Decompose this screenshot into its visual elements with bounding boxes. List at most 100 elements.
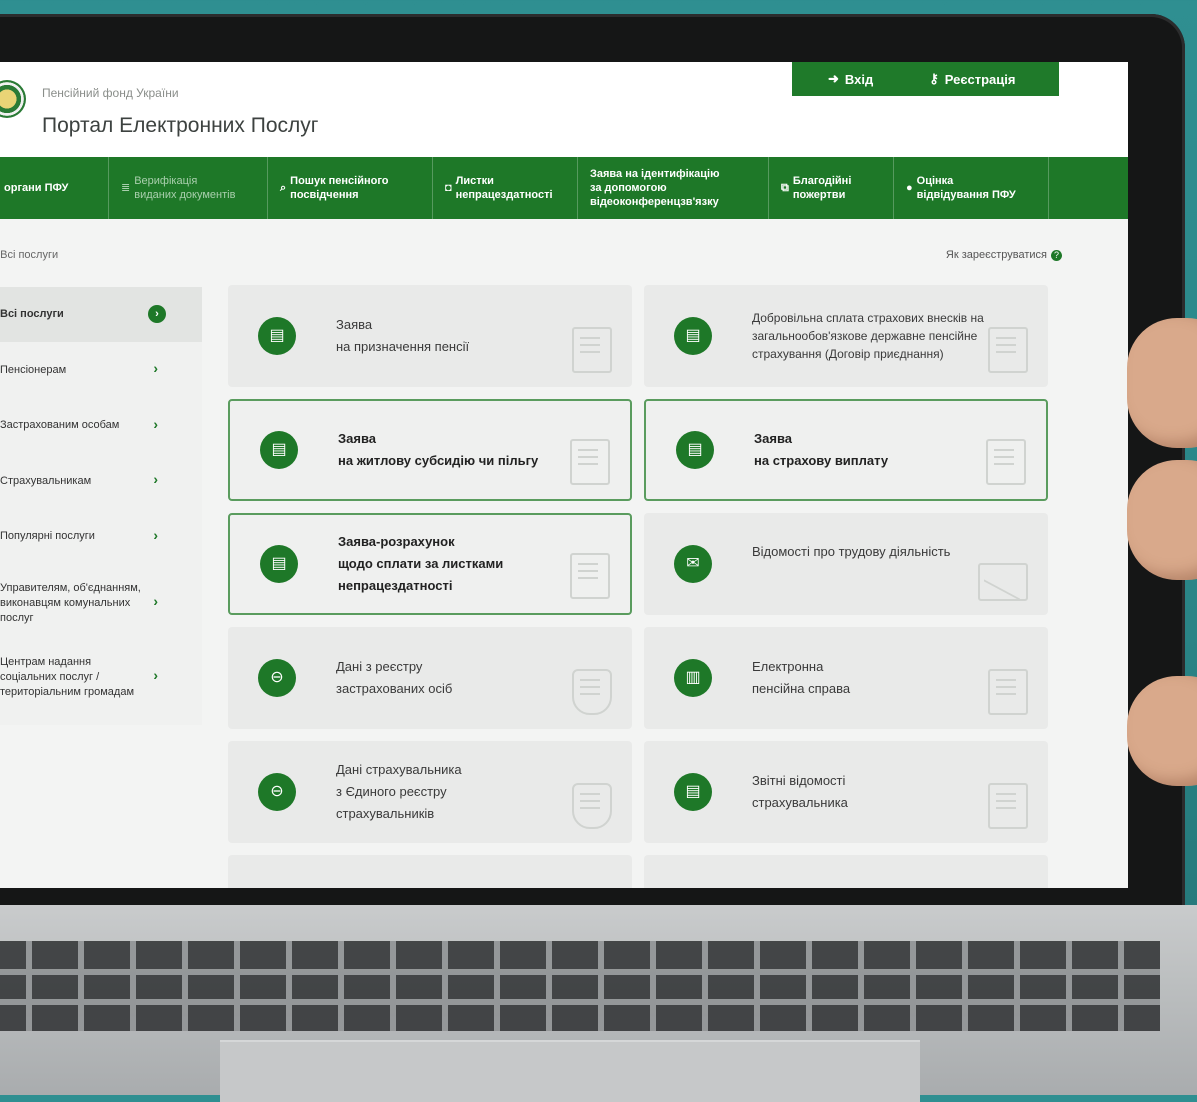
help-link[interactable]: Як зареєструватися ? [946, 249, 1062, 261]
service-card-pension-application[interactable]: ▤ Заява на призначення пенсії [228, 285, 632, 387]
checklist-icon: ≣ [121, 182, 131, 194]
folder-watermark-icon [988, 669, 1028, 715]
nav-item-pension-search[interactable]: ⌕ Пошук пенсійного посвідчення [268, 157, 433, 219]
sidebar-item-label: Центрам надання соціальних послуг / тери… [0, 655, 135, 698]
main-nav: органи ПФУ ≣ Верифікація виданих докумен… [0, 157, 1128, 219]
document-watermark-icon [570, 553, 610, 599]
shield-watermark-icon [572, 783, 612, 829]
service-card-electronic-pension-file[interactable]: ▥ Електронна пенсійна справа [644, 627, 1048, 729]
copy-icon: ⧉ [781, 182, 789, 194]
nav-label: органи ПФУ [4, 182, 69, 194]
sidebar-item-label: Популярні послуги [0, 530, 95, 542]
document-icon: ▤ [260, 431, 298, 469]
chevron-right-icon: › [153, 593, 158, 609]
service-card-partial[interactable] [644, 855, 1048, 888]
portal-title: Портал Електронних Послуг [42, 114, 319, 137]
nav-label: Оцінка відвідування ПФУ [916, 175, 1016, 201]
chevron-right-icon: › [153, 415, 158, 432]
envelope-watermark-icon [978, 563, 1028, 601]
service-card-title: Заява на призначення пенсії [336, 317, 470, 354]
sidebar-item-managers[interactable]: Управителям, об'єднанням, виконавцям ком… [0, 564, 202, 642]
service-card-insurance-payment[interactable]: ▤ Заява на страхову виплату [644, 399, 1048, 501]
chevron-right-icon: › [153, 360, 158, 376]
nav-item-verification[interactable]: ≣ Верифікація виданих документів [109, 157, 268, 219]
service-card-housing-subsidy[interactable]: ▤ Заява на житлову субсидію чи пільгу [228, 399, 632, 501]
search-icon: ⌕ [280, 182, 287, 194]
service-card-insurer-registry[interactable]: ⊖ Дані страхувальника з Єдиного реєстру … [228, 741, 632, 843]
nav-label: Верифікація виданих документів [134, 175, 236, 201]
service-card-title: Електронна пенсійна справа [752, 659, 851, 696]
login-button[interactable]: ➜ Вхід [792, 71, 895, 87]
chevron-right-icon: › [153, 471, 158, 487]
sidebar-item-label: Страхувальникам [0, 474, 92, 487]
service-card-title: Заява на житлову субсидію чи пільгу [338, 431, 539, 468]
nav-item-pfu-bodies[interactable]: органи ПФУ [0, 157, 109, 219]
org-name: Пенсійний фонд України [42, 86, 179, 100]
sidebar-item-label: Застрахованим особам [0, 419, 120, 431]
service-card-title: Добровільна сплата страхових внесків на … [752, 311, 984, 361]
document-watermark-icon [988, 327, 1028, 373]
laptop-keyboard [0, 905, 1197, 1102]
trackpad [220, 1040, 920, 1102]
login-label: Вхід [844, 71, 874, 87]
category-sidebar: Всі послуги › Пенсіонерам › Застраховани… [0, 287, 202, 725]
sidebar-item-pensioners[interactable]: Пенсіонерам › [0, 342, 202, 398]
service-card-insurer-reports[interactable]: ▤ Звітні відомості страхувальника [644, 741, 1048, 843]
keyboard-keys [0, 941, 1160, 1031]
login-arrow-icon: ➜ [828, 71, 839, 86]
nav-label: Благодійні пожертви [792, 175, 852, 201]
service-card-work-history[interactable]: ✉ Відомості про трудову діяльність [644, 513, 1048, 615]
auth-bar: ➜ Вхід ⚷ Реєстрація [792, 62, 1059, 96]
envelope-icon: ✉ [674, 545, 712, 583]
service-card-title: Заява-розрахунок щодо сплати за листками… [338, 534, 504, 593]
nav-label: Пошук пенсійного посвідчення [290, 175, 389, 201]
document-icon: ▤ [676, 431, 714, 469]
sidebar-item-label: Всі послуги [0, 308, 64, 320]
question-icon: ? [1051, 249, 1062, 261]
service-card-voluntary-contribution[interactable]: ▤ Добровільна сплата страхових внесків н… [644, 285, 1048, 387]
sidebar-item-insurers[interactable]: Страхувальникам › [0, 453, 202, 509]
sidebar-item-label: Пенсіонерам [0, 363, 67, 376]
report-icon: ▤ [674, 773, 712, 811]
nav-item-donations[interactable]: ⧉ Благодійні пожертви [769, 157, 894, 219]
chevron-right-icon: › [148, 304, 166, 323]
service-card-sick-leave-calculation[interactable]: ▤ Заява-розрахунок щодо сплати за листка… [228, 513, 632, 615]
hand-finger [1127, 318, 1197, 448]
sidebar-item-social-centers[interactable]: Центрам надання соціальних послуг / тери… [0, 642, 202, 712]
sidebar-item-label: Управителям, об'єднанням, виконавцям ком… [0, 581, 141, 624]
nav-item-visit-rating[interactable]: ● Оцінка відвідування ПФУ [894, 157, 1049, 219]
service-card-title: Дані з реєстру застрахованих осіб [336, 659, 453, 696]
nav-item-video-identification[interactable]: Заява на ідентифікацію за допомогою віде… [578, 157, 769, 219]
service-card-title: Дані страхувальника з Єдиного реєстру ст… [336, 762, 462, 821]
nav-label: Заява на ідентифікацію за допомогою віде… [590, 168, 720, 208]
document-icon: ▤ [260, 545, 298, 583]
service-card-insured-registry[interactable]: ⊖ Дані з реєстру застрахованих осіб [228, 627, 632, 729]
folder-icon: ▥ [674, 659, 712, 697]
register-button[interactable]: ⚷ Реєстрація [895, 71, 1037, 87]
browser-screen: Пенсійний фонд України Портал Електронни… [0, 62, 1128, 888]
report-watermark-icon [988, 783, 1028, 829]
service-card-partial[interactable] [228, 855, 632, 888]
document-watermark-icon [572, 327, 612, 373]
sidebar-item-insured-persons[interactable]: Застрахованим особам › [0, 398, 202, 453]
shield-watermark-icon [572, 669, 612, 715]
camera-icon: ◘ [445, 182, 452, 194]
sidebar-item-popular[interactable]: Популярні послуги › [0, 509, 202, 564]
pfu-logo-icon[interactable] [0, 80, 26, 118]
nav-item-sick-leave[interactable]: ◘ Листки непрацездатності [433, 157, 578, 219]
help-link-label: Як зареєструватися [945, 249, 1047, 261]
nav-label: Листки непрацездатності [455, 175, 553, 201]
sidebar-item-all-services[interactable]: Всі послуги › [0, 287, 202, 342]
document-icon: ▤ [674, 317, 712, 355]
register-label: Реєстрація [944, 71, 1016, 87]
speech-bubble-icon: ● [906, 182, 913, 194]
key-icon: ⚷ [929, 71, 939, 86]
service-card-title: Заява на страхову виплату [754, 431, 889, 468]
document-icon: ▤ [258, 317, 296, 355]
chevron-right-icon: › [153, 526, 158, 543]
document-watermark-icon [570, 439, 610, 485]
shield-icon: ⊖ [258, 659, 296, 697]
service-card-title: Звітні відомості страхувальника [752, 773, 848, 810]
shield-icon: ⊖ [258, 773, 296, 811]
breadcrumb[interactable]: / Всі послуги [0, 249, 58, 261]
